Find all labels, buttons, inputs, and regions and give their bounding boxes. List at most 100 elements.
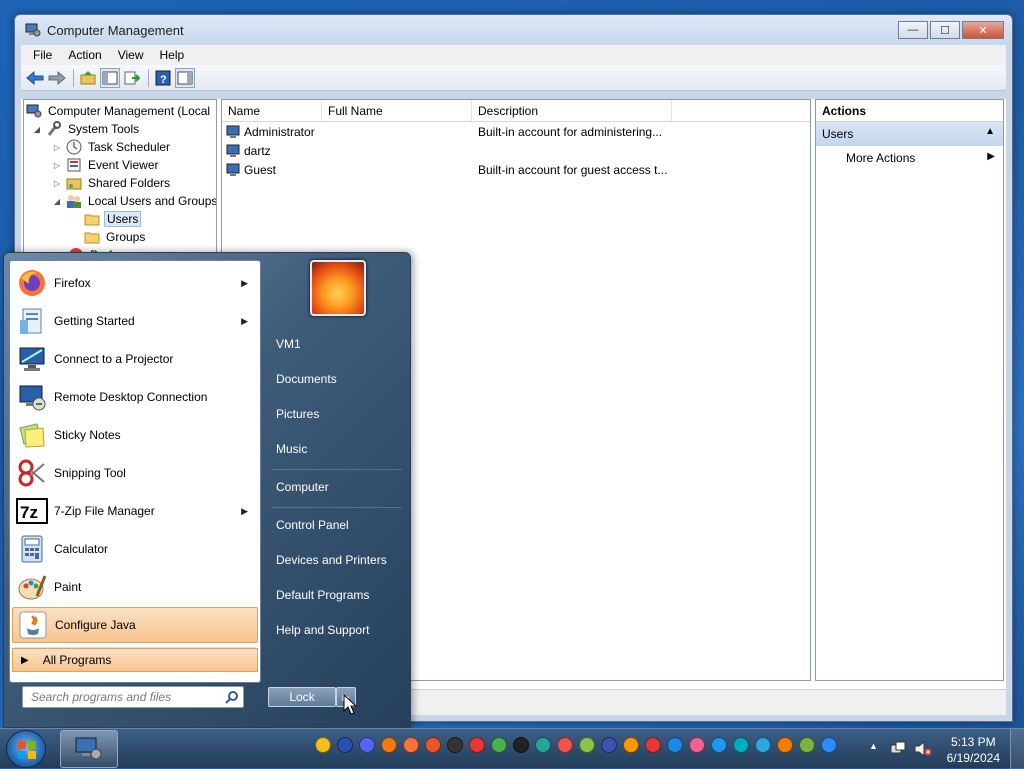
show-hide-action-pane-button[interactable] (175, 67, 195, 88)
taskbar-app-icon[interactable] (447, 737, 463, 753)
tree-item-event-viewer[interactable]: ▷ Event Viewer (52, 156, 160, 174)
taskbar-app-icon[interactable] (601, 737, 617, 753)
menu-help[interactable]: Help (152, 48, 193, 62)
show-desktop-button[interactable] (1010, 729, 1024, 769)
expand-icon[interactable]: ▷ (52, 143, 62, 152)
start-item-7zip[interactable]: 7z 7-Zip File Manager ▶ (12, 493, 258, 529)
tree-item-label: Shared Folders (88, 176, 171, 190)
taskbar-app-icon[interactable] (337, 737, 353, 753)
taskbar-app-icon[interactable] (755, 737, 771, 753)
network-icon[interactable] (890, 741, 906, 757)
tree-item-task-scheduler[interactable]: ▷ Task Scheduler (52, 138, 172, 156)
start-right-music[interactable]: Music (276, 442, 307, 456)
start-item-connect-projector[interactable]: Connect to a Projector (12, 341, 258, 377)
taskbar-app-icon[interactable] (689, 737, 705, 753)
submenu-arrow-icon[interactable]: ▶ (241, 316, 248, 327)
taskbar-app-icon[interactable] (557, 737, 573, 753)
taskbar-app-icon[interactable] (491, 737, 507, 753)
taskbar-app-icon[interactable] (513, 737, 529, 753)
table-row[interactable]: Guest Built-in account for guest access … (222, 160, 810, 179)
start-right-devices-printers[interactable]: Devices and Printers (276, 553, 387, 567)
tree-item-shared-folders[interactable]: ▷ Shared Folders (52, 174, 172, 192)
taskbar-app-icon[interactable] (777, 737, 793, 753)
submenu-arrow-icon[interactable]: ▶ (241, 506, 248, 517)
system-clock[interactable]: 5:13 PM 6/19/2024 (947, 734, 1000, 766)
expand-icon[interactable]: ▷ (52, 161, 62, 170)
taskbar-computer-management[interactable] (60, 730, 118, 768)
user-avatar[interactable] (310, 260, 366, 316)
forward-button[interactable] (47, 68, 67, 88)
tree-item-label: Local Users and Groups (88, 194, 217, 208)
table-row[interactable]: Administrator Built-in account for admin… (222, 122, 810, 141)
more-actions-item[interactable]: More Actions ▶ (816, 146, 1003, 170)
tree-item-computer-management[interactable]: Computer Management (Local (26, 102, 212, 120)
tree-item-local-users-groups[interactable]: ◢ Local Users and Groups (52, 192, 217, 210)
title-bar[interactable]: Computer Management — ☐ ✕ (15, 15, 1012, 45)
menu-view[interactable]: View (110, 48, 152, 62)
lock-button[interactable]: Lock (268, 687, 336, 707)
start-right-default-programs[interactable]: Default Programs (276, 588, 369, 602)
start-right-documents[interactable]: Documents (276, 372, 337, 386)
start-button[interactable] (6, 730, 46, 768)
start-right-computer[interactable]: Computer (276, 480, 329, 494)
taskbar-app-icon[interactable] (733, 737, 749, 753)
taskbar-app-icon[interactable] (403, 737, 419, 753)
up-level-button[interactable] (78, 68, 98, 88)
start-item-snipping-tool[interactable]: Snipping Tool (12, 455, 258, 491)
maximize-button[interactable]: ☐ (930, 21, 960, 39)
taskbar-app-icon[interactable] (821, 737, 837, 753)
show-hidden-icons-button[interactable]: ▲ (869, 741, 878, 751)
expand-icon[interactable]: ▷ (52, 179, 62, 188)
start-right-control-panel[interactable]: Control Panel (276, 518, 349, 532)
start-right-vm1[interactable]: VM1 (276, 337, 301, 351)
user-name: Guest (244, 162, 277, 177)
actions-section-users[interactable]: Users ▲ (816, 122, 1003, 146)
help-button[interactable]: ? (153, 68, 173, 88)
collapse-icon[interactable]: ◢ (52, 197, 62, 206)
menu-file[interactable]: File (25, 48, 60, 62)
start-item-sticky-notes[interactable]: Sticky Notes (12, 417, 258, 453)
taskbar-app-icon[interactable] (359, 737, 375, 753)
taskbar-app-icon[interactable] (711, 737, 727, 753)
taskbar-app-icon[interactable] (579, 737, 595, 753)
tree-item-users[interactable]: Users (84, 210, 142, 228)
menu-action[interactable]: Action (60, 48, 109, 62)
start-item-remote-desktop[interactable]: Remote Desktop Connection (12, 379, 258, 415)
tree-item-system-tools[interactable]: ◢ System Tools (32, 120, 141, 138)
start-item-paint[interactable]: Paint (12, 569, 258, 605)
export-list-button[interactable] (122, 68, 142, 88)
volume-muted-icon[interactable] (914, 741, 932, 757)
column-full-name[interactable]: Full Name (322, 100, 472, 121)
taskbar-app-icon[interactable] (469, 737, 485, 753)
taskbar-app-icon[interactable] (315, 737, 331, 753)
taskbar-app-icon[interactable] (645, 737, 661, 753)
all-programs-button[interactable]: ▶ All Programs (12, 648, 258, 672)
start-item-getting-started[interactable]: Getting Started ▶ (12, 303, 258, 339)
start-right-pictures[interactable]: Pictures (276, 407, 319, 421)
start-right-help-support[interactable]: Help and Support (276, 623, 369, 637)
show-hide-console-tree-button[interactable] (100, 67, 120, 88)
back-button[interactable] (25, 68, 45, 88)
submenu-arrow-icon[interactable]: ▶ (241, 278, 248, 289)
column-name[interactable]: Name (222, 100, 322, 121)
start-item-configure-java[interactable]: Configure Java (12, 607, 258, 643)
taskbar-app-icon[interactable] (425, 737, 441, 753)
tree-item-groups[interactable]: Groups (84, 228, 147, 246)
minimize-button[interactable]: — (898, 21, 928, 39)
collapse-section-icon[interactable]: ▲ (985, 126, 995, 137)
event-viewer-icon (67, 158, 81, 172)
taskbar-app-icon[interactable] (799, 737, 815, 753)
taskbar-app-icon[interactable] (535, 737, 551, 753)
taskbar-app-icon[interactable] (623, 737, 639, 753)
start-item-calculator[interactable]: Calculator (12, 531, 258, 567)
table-row[interactable]: dartz (222, 141, 810, 160)
column-description[interactable]: Description (472, 100, 672, 121)
taskbar-app-icon[interactable] (667, 737, 683, 753)
search-programs-input[interactable]: Search programs and files (22, 686, 244, 708)
close-button[interactable]: ✕ (962, 21, 1004, 39)
collapse-icon[interactable]: ◢ (32, 125, 42, 134)
start-item-firefox[interactable]: Firefox ▶ (12, 265, 258, 301)
search-icon[interactable] (225, 690, 239, 704)
triangle-right-icon: ▶ (21, 654, 29, 666)
taskbar-app-icon[interactable] (381, 737, 397, 753)
